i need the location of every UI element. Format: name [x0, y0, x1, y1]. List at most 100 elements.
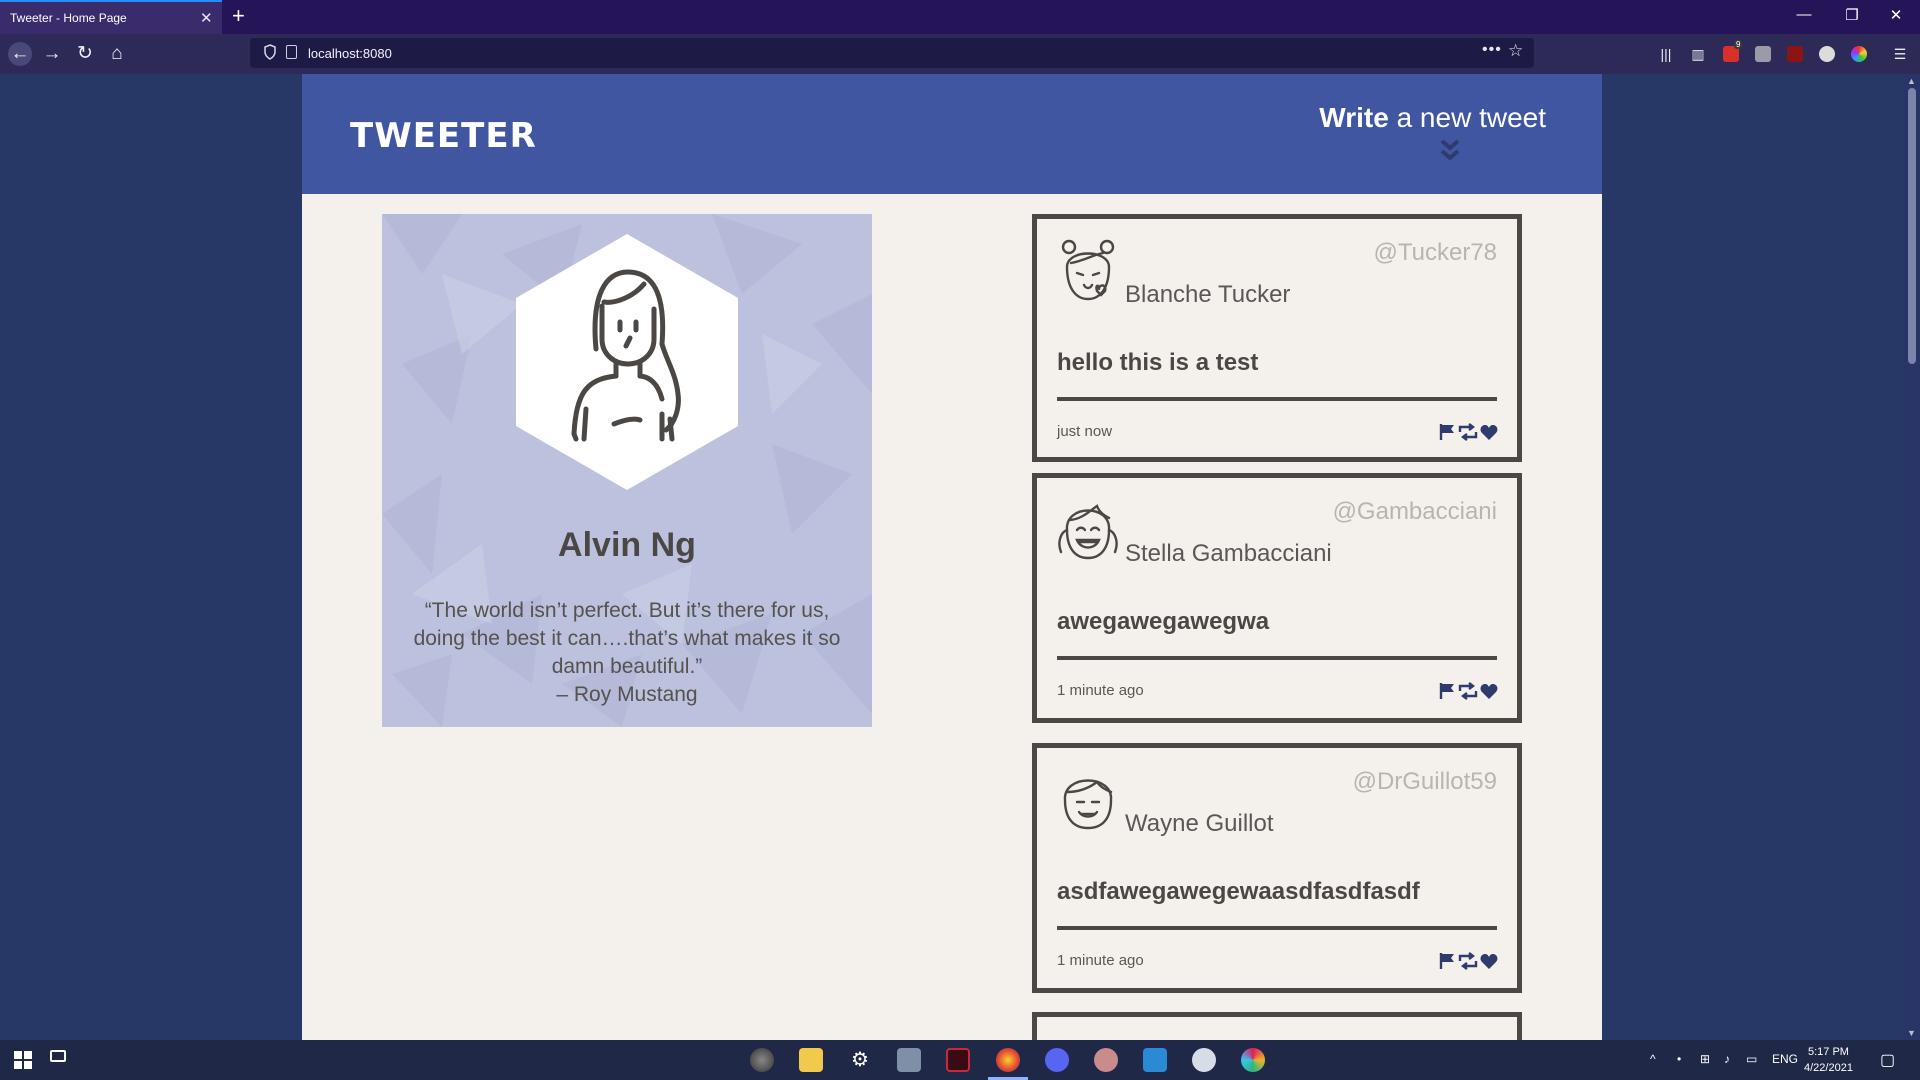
- tweet-divider: [1057, 926, 1497, 930]
- library-icon[interactable]: |||: [1656, 44, 1676, 64]
- bookmark-star-icon[interactable]: ☆: [1508, 41, 1523, 61]
- profile-card: Alvin Ng “The world isn’t perfect. But i…: [382, 214, 872, 727]
- home-icon[interactable]: ⌂: [105, 42, 129, 66]
- tweet-actions: [1439, 423, 1498, 441]
- notifications-icon[interactable]: ▢: [1880, 1050, 1895, 1070]
- network-icon[interactable]: ⊞: [1700, 1052, 1710, 1066]
- tweet-divider: [1057, 397, 1497, 401]
- tab-title: Tweeter - Home Page: [10, 11, 127, 25]
- retweet-icon[interactable]: [1458, 952, 1478, 970]
- tweet-actions: [1439, 952, 1498, 970]
- volume-icon[interactable]: ♪: [1724, 1052, 1730, 1066]
- display-icon[interactable]: ▭: [1746, 1052, 1757, 1066]
- page-container: TWEETER Write a new tweet Alvin Ng “The …: [302, 74, 1602, 1040]
- scroll-up-icon[interactable]: ▲: [1907, 76, 1916, 86]
- quote-line-3: damn beautiful.”: [551, 655, 703, 678]
- quote-line-1: “The world isn’t perfect. But it’s there…: [424, 599, 830, 622]
- shield-icon[interactable]: [264, 44, 276, 60]
- tray-mic-icon[interactable]: •: [1677, 1052, 1681, 1066]
- tweet-timestamp: 1 minute ago: [1057, 682, 1144, 699]
- tweet-actions: [1439, 682, 1498, 700]
- site-logo[interactable]: TWEETER: [350, 116, 537, 156]
- girl-pigtails-avatar-icon: [1058, 504, 1118, 560]
- flag-icon[interactable]: [1439, 683, 1454, 699]
- ublock-icon[interactable]: [1787, 46, 1803, 62]
- page-scrollbar[interactable]: ▲ ▼: [1904, 74, 1920, 1040]
- windows-start-icon[interactable]: [14, 1051, 32, 1069]
- browser-nav-bar: ← → ↻ ⌂ localhost:8080 ••• ☆ ||| ▥ 9 ☰: [0, 34, 1920, 74]
- site-header: TWEETER Write a new tweet: [302, 74, 1602, 194]
- extension-red-icon[interactable]: 9: [1723, 40, 1743, 62]
- web-viewport: TWEETER Write a new tweet Alvin Ng “The …: [0, 74, 1920, 1040]
- tweet-text: hello this is a test: [1057, 349, 1259, 376]
- quote-line-2: doing the best it can….that’s what makes…: [413, 627, 841, 650]
- tray-overflow-icon[interactable]: ^: [1650, 1052, 1656, 1066]
- boy-avatar-icon: [1063, 779, 1113, 830]
- tweet-card: @Tucker78 Blanche Tucker hello this is a…: [1032, 214, 1522, 462]
- heart-icon[interactable]: [1480, 425, 1498, 440]
- tweet-handle[interactable]: @DrGuillot59: [1353, 768, 1497, 796]
- page-actions-icon[interactable]: •••: [1482, 41, 1502, 59]
- tweet-timestamp: 1 minute ago: [1057, 952, 1144, 969]
- sidebar-icon[interactable]: ▥: [1688, 44, 1708, 64]
- profile-quote: “The world isn’t perfect. But it’s there…: [402, 597, 852, 709]
- system-clock[interactable]: 5:17 PM 4/22/2021: [1804, 1044, 1853, 1076]
- tweet-author-name: Stella Gambacciani: [1125, 540, 1332, 567]
- scroll-down-icon[interactable]: ▼: [1907, 1028, 1916, 1038]
- close-window-button[interactable]: ✕: [1884, 6, 1908, 24]
- discord-icon[interactable]: [1045, 1048, 1069, 1072]
- compose-text: a new tweet: [1388, 102, 1546, 133]
- extension-gray-icon[interactable]: [1755, 46, 1771, 62]
- orb-app-icon[interactable]: [750, 1048, 774, 1072]
- tweet-card-partial: [1032, 1012, 1522, 1040]
- tweet-handle[interactable]: @Gambacciani: [1333, 498, 1497, 526]
- url-text[interactable]: localhost:8080: [308, 46, 392, 61]
- retweet-icon[interactable]: [1458, 423, 1478, 441]
- tab-close-icon[interactable]: ✕: [200, 9, 213, 27]
- compose-toggle[interactable]: Write a new tweet: [1319, 102, 1546, 134]
- tweet-divider: [1057, 656, 1497, 660]
- slack-icon[interactable]: [1241, 1048, 1265, 1072]
- minimize-button[interactable]: —: [1792, 6, 1816, 23]
- tweet-handle[interactable]: @Tucker78: [1373, 239, 1497, 267]
- compose-bold-text: Write: [1319, 102, 1389, 133]
- url-bar[interactable]: localhost:8080 ••• ☆: [250, 38, 1534, 68]
- vivaldi-icon[interactable]: [946, 1048, 970, 1072]
- tweet-text: asdfawegawegewaasdfasdfasdf: [1057, 878, 1420, 905]
- forward-arrow-icon[interactable]: →: [40, 42, 64, 66]
- remote-desktop-icon[interactable]: [897, 1048, 921, 1072]
- tweet-card: @Gambacciani Stella Gambacciani awegaweg…: [1032, 473, 1522, 723]
- back-arrow-icon[interactable]: ←: [8, 42, 32, 66]
- file-explorer-icon[interactable]: [799, 1048, 823, 1072]
- language-indicator[interactable]: ENG: [1772, 1052, 1798, 1066]
- tweet-author-name: Wayne Guillot: [1125, 810, 1274, 837]
- flag-icon[interactable]: [1439, 424, 1454, 440]
- heart-icon[interactable]: [1480, 684, 1498, 699]
- task-view-icon[interactable]: [50, 1050, 66, 1062]
- heart-icon[interactable]: [1480, 954, 1498, 969]
- tweet-text: awegawegawegwa: [1057, 608, 1270, 635]
- page-icon: [286, 45, 297, 59]
- scrollbar-thumb[interactable]: [1908, 88, 1916, 364]
- flag-icon[interactable]: [1439, 953, 1454, 969]
- firefox-icon[interactable]: [996, 1048, 1020, 1072]
- tweet-card: @DrGuillot59 Wayne Guillot asdfawegawege…: [1032, 743, 1522, 993]
- restore-button[interactable]: ❐: [1840, 6, 1864, 24]
- girl-buns-avatar-icon: [1061, 239, 1115, 301]
- menu-icon[interactable]: ☰: [1890, 44, 1910, 64]
- vscode-icon[interactable]: [1143, 1048, 1167, 1072]
- browser-tab-bar: Tweeter - Home Page ✕ + — ❐ ✕: [0, 0, 1920, 34]
- account-icon[interactable]: [1819, 46, 1835, 62]
- color-extension-icon[interactable]: [1851, 46, 1867, 62]
- reload-icon[interactable]: ↻: [73, 42, 97, 66]
- new-tab-button[interactable]: +: [232, 3, 245, 29]
- krita-icon[interactable]: [1094, 1048, 1118, 1072]
- profile-name: Alvin Ng: [558, 526, 696, 564]
- security-app-icon[interactable]: [1192, 1048, 1216, 1072]
- double-chevron-down-icon[interactable]: [1438, 138, 1462, 164]
- quote-author: – Roy Mustang: [556, 683, 698, 706]
- profile-avatar: [516, 234, 738, 490]
- retweet-icon[interactable]: [1458, 682, 1478, 700]
- tab-tweeter-home[interactable]: Tweeter - Home Page ✕: [0, 0, 222, 34]
- settings-gear-icon[interactable]: ⚙: [848, 1048, 872, 1072]
